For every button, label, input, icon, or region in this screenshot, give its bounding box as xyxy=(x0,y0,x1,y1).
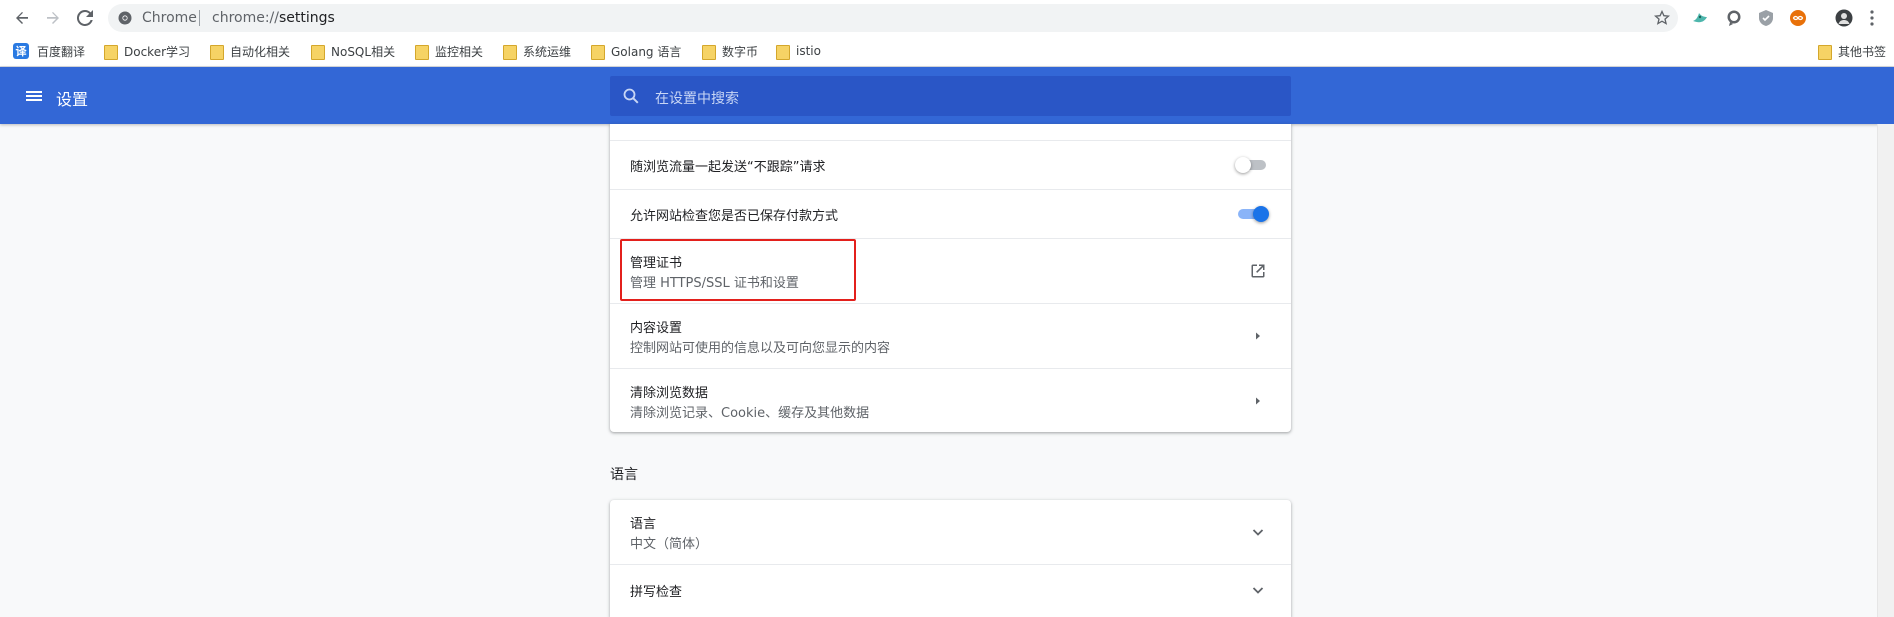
chevron-down-icon[interactable] xyxy=(1250,524,1266,540)
bookmark-label: 系统运维 xyxy=(523,44,572,59)
url-text: chrome://settings xyxy=(212,10,335,26)
row-title: 内容设置 xyxy=(630,321,683,336)
do-not-track-toggle[interactable] xyxy=(1235,157,1269,173)
bookmark-folder[interactable]: 监控相关 xyxy=(415,43,484,60)
row-title: 清除浏览数据 xyxy=(630,386,709,401)
page-scrollbar[interactable] xyxy=(1877,124,1894,617)
row-title: 拼写检查 xyxy=(630,585,683,600)
row-title: 随浏览流量一起发送“不跟踪”请求 xyxy=(630,160,826,175)
profile-avatar[interactable] xyxy=(1835,9,1853,27)
annotation-highlight-box xyxy=(620,239,856,301)
search-placeholder: 在设置中搜索 xyxy=(655,91,739,107)
bookmarks-bar: 译 百度翻译 Docker学习 自动化相关 NoSQL相关 监控相关 系统运维 … xyxy=(0,36,1894,67)
more-vert-icon xyxy=(1870,10,1874,26)
url-path: settings xyxy=(279,10,335,26)
bookmark-label: 其他书签 xyxy=(1838,44,1887,59)
extension-infinity-icon[interactable] xyxy=(1789,9,1807,27)
extension-shield-icon[interactable] xyxy=(1757,9,1775,27)
extension-chat-icon[interactable] xyxy=(1725,9,1743,27)
bookmark-label: 自动化相关 xyxy=(230,44,291,59)
toggle-knob xyxy=(1235,157,1251,173)
bookmark-folder[interactable]: 系统运维 xyxy=(503,43,572,60)
site-name: Chrome xyxy=(142,10,197,26)
payment-methods-toggle[interactable] xyxy=(1235,206,1269,222)
search-icon xyxy=(623,88,639,104)
bookmark-label: 监控相关 xyxy=(435,44,484,59)
language-settings-card: 语言 中文（简体） 拼写检查 xyxy=(610,500,1291,617)
folder-icon xyxy=(776,44,790,60)
chrome-logo-icon xyxy=(118,11,132,25)
other-bookmarks-folder[interactable]: 其他书签 xyxy=(1818,43,1887,60)
row-title: 语言 xyxy=(630,517,657,532)
bookmark-label: 百度翻译 xyxy=(37,44,86,59)
bookmark-folder[interactable]: NoSQL相关 xyxy=(311,43,396,60)
folder-icon xyxy=(104,44,118,60)
bookmark-label: NoSQL相关 xyxy=(331,44,396,59)
row-subtitle: 清除浏览记录、Cookie、缓存及其他数据 xyxy=(630,406,870,421)
payment-methods-row[interactable]: 允许网站检查您是否已保存付款方式 xyxy=(610,189,1291,238)
bookmark-folder[interactable]: Docker学习 xyxy=(104,43,191,60)
folder-icon xyxy=(311,44,325,60)
address-bar[interactable]: Chrome chrome://settings xyxy=(108,4,1678,32)
arrow-back-icon xyxy=(16,12,28,24)
arrow-right-icon[interactable] xyxy=(1250,393,1266,409)
reload-icon xyxy=(77,10,93,26)
folder-icon xyxy=(415,44,429,60)
omnibox-separator xyxy=(199,10,200,26)
settings-search-input[interactable]: 在设置中搜索 xyxy=(610,76,1291,116)
arrow-forward-icon xyxy=(47,12,59,24)
back-button[interactable] xyxy=(8,4,36,32)
bookmark-label: 数字币 xyxy=(722,44,759,59)
spell-check-row[interactable]: 拼写检查 xyxy=(610,564,1291,617)
folder-icon xyxy=(591,44,605,60)
chevron-down-icon[interactable] xyxy=(1250,582,1266,598)
clear-browsing-data-row[interactable]: 清除浏览数据 清除浏览记录、Cookie、缓存及其他数据 xyxy=(610,368,1291,432)
browser-toolbar: Chrome chrome://settings xyxy=(0,0,1894,36)
arrow-right-icon[interactable] xyxy=(1250,328,1266,344)
do-not-track-row[interactable]: 随浏览流量一起发送“不跟踪”请求 xyxy=(610,140,1291,189)
bookmark-label: Docker学习 xyxy=(124,44,191,59)
folder-icon xyxy=(210,44,224,60)
url-prefix: chrome:// xyxy=(212,10,279,26)
settings-header: 设置 在设置中搜索 xyxy=(0,67,1894,124)
hamburger-menu-icon[interactable] xyxy=(22,84,46,108)
bookmark-folder[interactable]: 自动化相关 xyxy=(210,43,291,60)
section-title-language: 语言 xyxy=(610,467,638,483)
toggle-knob xyxy=(1253,206,1269,222)
fanyi-icon: 译 xyxy=(13,43,29,59)
bookmark-star-icon[interactable] xyxy=(1654,10,1670,26)
bookmark-folder[interactable]: 数字币 xyxy=(702,43,759,60)
row-subtitle: 控制网站可使用的信息以及可向您显示的内容 xyxy=(630,341,891,356)
row-title: 允许网站检查您是否已保存付款方式 xyxy=(630,209,839,224)
chrome-menu-button[interactable] xyxy=(1866,9,1878,27)
content-settings-row[interactable]: 内容设置 控制网站可使用的信息以及可向您显示的内容 xyxy=(610,303,1291,368)
folder-icon xyxy=(702,44,716,60)
language-row[interactable]: 语言 中文（简体） xyxy=(610,500,1291,564)
bookmark-folder[interactable]: istio xyxy=(776,43,821,60)
bookmark-label: istio xyxy=(796,44,821,58)
forward-button[interactable] xyxy=(39,4,67,32)
bookmark-folder[interactable]: Golang 语言 xyxy=(591,43,682,60)
folder-icon xyxy=(1818,44,1832,60)
bookmark-label: Golang 语言 xyxy=(611,44,682,59)
page-title: 设置 xyxy=(56,90,89,109)
folder-icon xyxy=(503,44,517,60)
bookmark-item[interactable]: 译 百度翻译 xyxy=(13,43,85,59)
extension-bird-icon[interactable] xyxy=(1691,9,1709,27)
open-in-new-icon[interactable] xyxy=(1250,263,1266,279)
reload-button[interactable] xyxy=(71,4,99,32)
row-subtitle: 中文（简体） xyxy=(630,537,709,552)
